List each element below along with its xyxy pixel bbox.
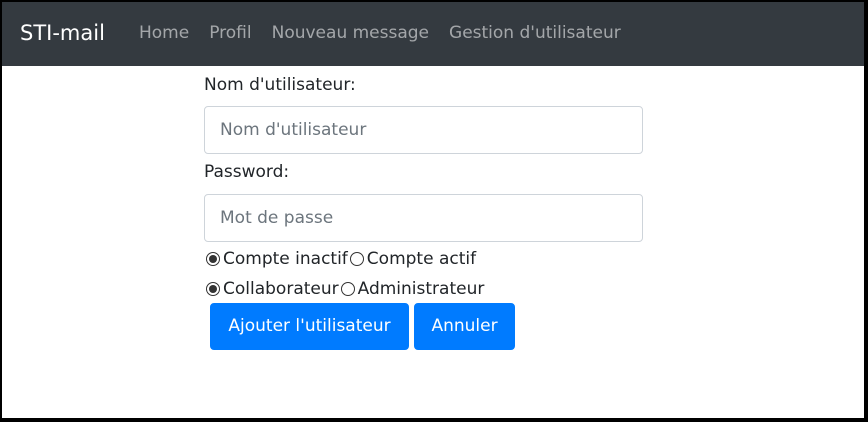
navbar-brand[interactable]: STI-mail — [20, 18, 105, 48]
nav-links: Home Profil Nouveau message Gestion d'ut… — [139, 21, 641, 45]
username-input[interactable] — [204, 106, 643, 154]
account-status-group: Compte inactif Compte actif — [204, 247, 476, 271]
radio-compte-actif-label: Compte actif — [366, 249, 477, 269]
nav-link-profil[interactable]: Profil — [209, 21, 251, 45]
navbar: STI-mail Home Profil Nouveau message Ges… — [2, 2, 864, 66]
radio-compte-actif[interactable] — [349, 252, 364, 266]
role-group: Collaborateur Administrateur — [204, 277, 484, 301]
radio-administrateur-label: Administrateur — [357, 279, 485, 299]
radio-compte-inactif-label: Compte inactif — [223, 249, 348, 269]
radio-administrateur[interactable] — [340, 282, 355, 296]
add-user-button[interactable]: Ajouter l'utilisateur — [210, 303, 409, 350]
cancel-button[interactable]: Annuler — [414, 303, 515, 350]
radio-collaborateur-label: Collaborateur — [223, 279, 339, 299]
nav-link-home[interactable]: Home — [139, 21, 189, 45]
nav-link-nouveau-message[interactable]: Nouveau message — [272, 21, 429, 45]
password-label: Password: — [204, 162, 290, 182]
app-window: STI-mail Home Profil Nouveau message Ges… — [2, 2, 864, 418]
radio-collaborateur[interactable] — [206, 282, 220, 296]
username-label: Nom d'utilisateur: — [204, 75, 356, 95]
radio-compte-inactif[interactable] — [206, 252, 220, 266]
password-input[interactable] — [204, 194, 643, 242]
nav-link-gestion-utilisateur[interactable]: Gestion d'utilisateur — [449, 21, 621, 45]
